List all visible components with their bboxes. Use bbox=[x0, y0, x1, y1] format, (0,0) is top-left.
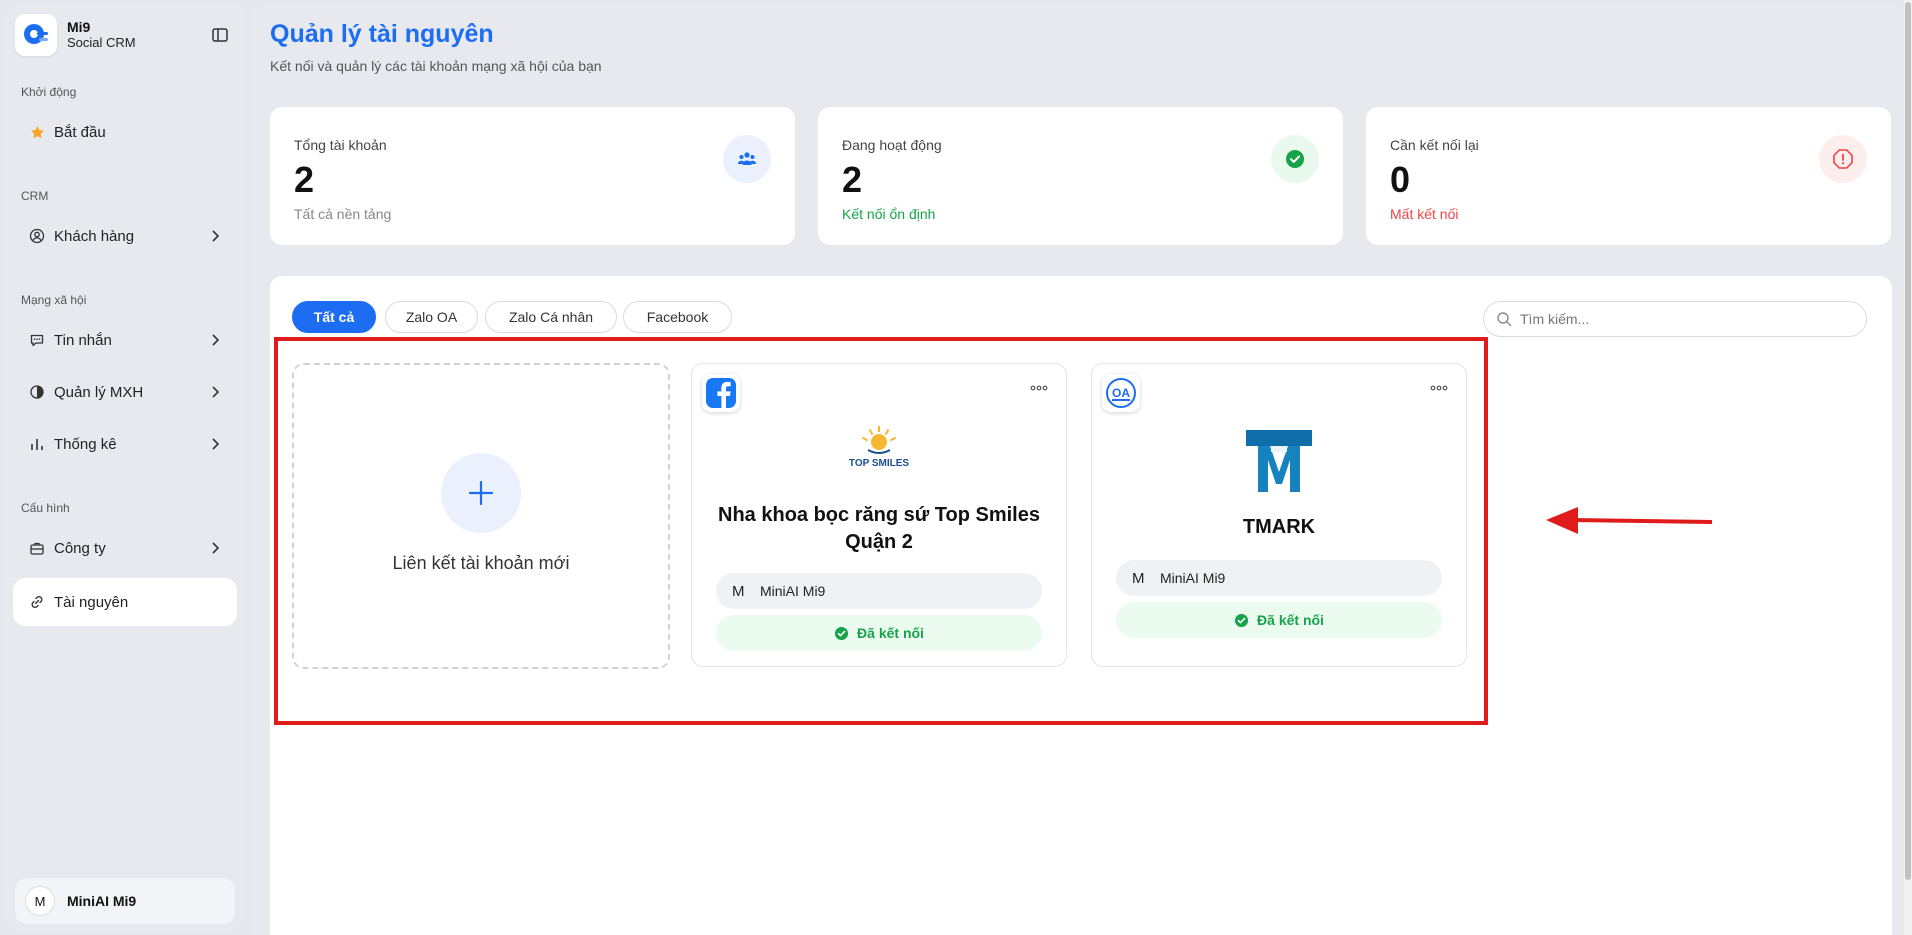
sidebar-item-quan-ly-mxh[interactable]: Quản lý MXH bbox=[13, 370, 237, 414]
status-badge: Đã kết nối bbox=[716, 615, 1042, 651]
stat-label: Đang hoạt động bbox=[842, 137, 942, 153]
brand-name: Mi9 bbox=[67, 19, 91, 35]
tab-facebook[interactable]: Facebook bbox=[623, 301, 732, 333]
stat-value: 2 bbox=[842, 159, 863, 200]
top-smiles-logo-icon: TOP SMILES bbox=[849, 426, 910, 469]
more-options-icon[interactable] bbox=[1430, 384, 1448, 392]
status-badge: Đã kết nối bbox=[1116, 602, 1442, 638]
add-account-label: Liên kết tài khoản mới bbox=[392, 553, 570, 573]
stat-label: Cần kết nối lại bbox=[1390, 137, 1479, 153]
owner-name: MiniAI Mi9 bbox=[1160, 570, 1226, 586]
chevron-right-icon bbox=[212, 386, 220, 398]
brand[interactable]: Mi9 Social CRM bbox=[15, 14, 136, 56]
sidebar-item-tai-nguyen[interactable]: Tài nguyên bbox=[13, 578, 237, 626]
facebook-icon bbox=[702, 374, 740, 412]
brand-logo-icon bbox=[15, 14, 57, 56]
plus-icon bbox=[441, 453, 521, 533]
message-icon bbox=[28, 331, 46, 349]
section-label-start: Khởi động bbox=[21, 85, 77, 99]
scrollbar-thumb[interactable] bbox=[1905, 2, 1911, 880]
section-label-crm: CRM bbox=[21, 189, 49, 203]
svg-text:OA: OA bbox=[1112, 386, 1130, 400]
sidebar-item-tin-nhan[interactable]: Tin nhắn bbox=[13, 318, 237, 362]
alert-octagon-icon bbox=[1819, 135, 1867, 183]
sidebar-item-label: Khách hàng bbox=[54, 227, 135, 245]
sidebar-item-cong-ty[interactable]: Công ty bbox=[13, 526, 237, 570]
search-icon bbox=[1497, 312, 1512, 327]
status-text: Đã kết nối bbox=[857, 625, 924, 641]
account-owner: M MiniAI Mi9 bbox=[716, 573, 1042, 609]
avatar: M bbox=[25, 886, 55, 916]
stat-card-reconnect: Cần kết nối lại 0 Mất kết nối bbox=[1366, 107, 1891, 245]
chevron-right-icon bbox=[212, 542, 220, 554]
users-icon bbox=[723, 135, 771, 183]
tab-zalo-personal[interactable]: Zalo Cá nhân bbox=[485, 301, 617, 333]
stat-note: Mất kết nối bbox=[1390, 206, 1459, 222]
annotation-arrow-icon bbox=[1546, 507, 1713, 534]
account-card-facebook[interactable]: TOP SMILES Nha khoa bọc răng sứ Top Smil… bbox=[691, 363, 1067, 667]
stat-label: Tổng tài khoản bbox=[294, 137, 387, 153]
stat-note: Kết nối ổn định bbox=[842, 206, 936, 222]
sidebar-item-label: Quản lý MXH bbox=[54, 383, 144, 401]
sidebar-item-label: Tin nhắn bbox=[54, 331, 112, 349]
briefcase-icon bbox=[28, 539, 46, 557]
user-name: MiniAI Mi9 bbox=[67, 893, 137, 909]
zalo-oa-icon: OA bbox=[1102, 374, 1140, 412]
account-logo bbox=[1244, 428, 1314, 494]
check-circle-icon bbox=[1234, 613, 1249, 627]
stat-value: 0 bbox=[1390, 159, 1411, 200]
bar-chart-icon bbox=[28, 435, 46, 453]
link-icon bbox=[28, 593, 46, 611]
account-owner: M MiniAI Mi9 bbox=[1116, 560, 1442, 596]
tmark-logo-icon bbox=[1246, 430, 1312, 492]
brand-subtitle: Social CRM bbox=[67, 35, 136, 50]
sidebar-item-thong-ke[interactable]: Thống kê bbox=[13, 422, 237, 466]
search-input[interactable] bbox=[1518, 310, 1852, 328]
add-account-card[interactable]: Liên kết tài khoản mới bbox=[292, 363, 670, 669]
sidebar-item-khach-hang[interactable]: Khách hàng bbox=[13, 214, 237, 258]
star-icon bbox=[28, 123, 46, 141]
owner-initial: M bbox=[1132, 569, 1145, 587]
sidebar: Mi9 Social CRM Khởi động Bắt đầu CRM Khá… bbox=[5, 4, 245, 930]
stat-note: Tất cả nền tảng bbox=[294, 206, 392, 222]
sidebar-item-bat-dau[interactable]: Bắt đầu bbox=[13, 110, 237, 154]
sidebar-item-label: Bắt đầu bbox=[54, 123, 106, 141]
account-card-zalo-oa[interactable]: OA TMARK M MiniAI Mi9 Đã kết nối bbox=[1091, 363, 1467, 667]
page-subtitle: Kết nối và quản lý các tài khoản mạng xã… bbox=[270, 58, 602, 74]
user-circle-icon bbox=[28, 227, 46, 245]
chevron-right-icon bbox=[212, 438, 220, 450]
status-text: Đã kết nối bbox=[1257, 612, 1324, 628]
user-profile[interactable]: M MiniAI Mi9 bbox=[15, 878, 235, 924]
sidebar-item-label: Công ty bbox=[54, 539, 106, 557]
section-label-social: Mạng xã hội bbox=[21, 293, 87, 307]
chevron-right-icon bbox=[212, 230, 220, 242]
stat-card-total: Tổng tài khoản 2 Tất cả nền tảng bbox=[270, 107, 795, 245]
stat-card-active: Đang hoạt động 2 Kết nối ổn định bbox=[818, 107, 1343, 245]
page-scrollbar[interactable] bbox=[1904, 0, 1912, 935]
sidebar-item-label: Tài nguyên bbox=[54, 593, 129, 611]
main-content: Quản lý tài nguyên Kết nối và quản lý cá… bbox=[252, 4, 1904, 935]
section-label-config: Cấu hình bbox=[21, 501, 70, 515]
account-logo-text: TOP SMILES bbox=[849, 458, 910, 469]
check-circle-icon bbox=[1271, 135, 1319, 183]
search-box[interactable] bbox=[1483, 301, 1867, 337]
account-name: TMARK bbox=[1242, 516, 1316, 538]
tab-all[interactable]: Tất cả bbox=[292, 301, 376, 333]
page-title: Quản lý tài nguyên bbox=[270, 20, 494, 48]
owner-initial: M bbox=[732, 582, 745, 600]
owner-name: MiniAI Mi9 bbox=[760, 583, 826, 599]
account-logo: TOP SMILES bbox=[844, 424, 914, 474]
check-circle-icon bbox=[834, 626, 849, 640]
more-options-icon[interactable] bbox=[1030, 384, 1048, 392]
resources-panel: Tất cả Zalo OA Zalo Cá nhân Facebook Liê… bbox=[270, 276, 1892, 935]
chevron-right-icon bbox=[212, 334, 220, 346]
tab-zalo-oa[interactable]: Zalo OA bbox=[385, 301, 478, 333]
sidebar-toggle-icon[interactable] bbox=[211, 26, 229, 44]
stat-value: 2 bbox=[294, 159, 315, 200]
sidebar-item-label: Thống kê bbox=[54, 435, 117, 453]
pie-icon bbox=[28, 383, 46, 401]
account-name: Nha khoa bọc răng sứ Top Smiles Quận 2 bbox=[718, 504, 1040, 553]
